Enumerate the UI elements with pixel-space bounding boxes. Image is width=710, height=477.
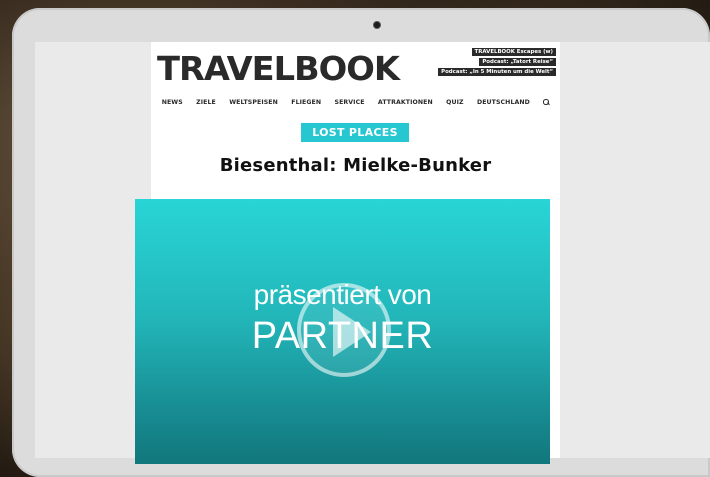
nav-item-fliegen[interactable]: FLIEGEN xyxy=(291,99,321,106)
nav-item-quiz[interactable]: QUIZ xyxy=(446,99,463,106)
site-logo[interactable]: TRAVELBOOK xyxy=(157,52,400,86)
nav-item-ziele[interactable]: ZIELE xyxy=(196,99,216,106)
nav-item-weltspeisen[interactable]: WELTSPEISEN xyxy=(229,99,278,106)
podcast-link-tatort-reise[interactable]: Podcast: „Tatort Reise“ xyxy=(479,58,556,66)
category-badge[interactable]: LOST PLACES xyxy=(301,123,409,142)
podcast-link-5-minuten[interactable]: Podcast: „In 5 Minuten um die Welt“ xyxy=(438,68,556,76)
webcam-icon xyxy=(373,21,381,29)
nav-item-attraktionen[interactable]: ATTRAKTIONEN xyxy=(378,99,433,106)
search-icon[interactable] xyxy=(543,99,549,105)
play-icon xyxy=(333,307,371,357)
podcast-links: TRAVELBOOK Escapes (w) Podcast: „Tatort … xyxy=(426,48,556,78)
video-player[interactable]: präsentiert von PARTNER xyxy=(135,199,550,464)
nav-item-news[interactable]: NEWS xyxy=(162,99,183,106)
laptop-frame: TRAVELBOOK TRAVELBOOK Escapes (w) Podcas… xyxy=(12,8,710,477)
nav-item-service[interactable]: SERVICE xyxy=(335,99,365,106)
podcast-link-escapes[interactable]: TRAVELBOOK Escapes (w) xyxy=(471,48,556,56)
play-button[interactable] xyxy=(297,283,391,377)
nav-item-deutschland[interactable]: DEUTSCHLAND xyxy=(477,99,530,106)
masthead: TRAVELBOOK TRAVELBOOK Escapes (w) Podcas… xyxy=(151,42,560,92)
main-nav: NEWS ZIELE WELTSPEISEN FLIEGEN SERVICE A… xyxy=(151,95,560,109)
article-headline: Biesenthal: Mielke-Bunker xyxy=(219,155,492,176)
